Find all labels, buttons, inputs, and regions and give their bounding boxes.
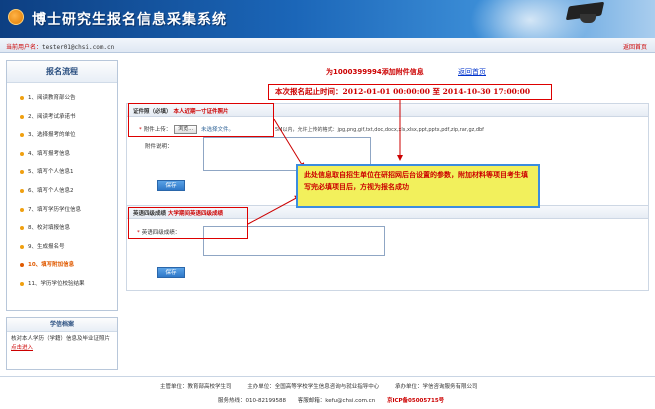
deadline-banner: 本次报名起止时间：2012-01-01 00:00:00 至 2014-10-3…	[268, 84, 552, 100]
footer-organizer: 主管单位：教育部高校学生司	[160, 384, 232, 390]
sidebar-step-label: 1、阅读教育部公告	[28, 95, 76, 101]
back-home-link-top[interactable]: 返回首页	[623, 42, 647, 51]
flow-title: 报名流程	[7, 61, 117, 83]
sidebar-step-label: 7、填写学历学位信息	[28, 206, 81, 213]
current-user-label: 当前用户名：	[6, 44, 43, 51]
sidebar-step-label: 6、填写个人信息2	[28, 187, 74, 194]
sidebar-step-label: 4、填写报考信息	[28, 150, 70, 157]
footer-host: 主办单位：全国高等学校学生信息咨询与就业指导中心	[247, 384, 380, 390]
sidebar-step[interactable]: 6、填写个人信息2	[7, 182, 117, 201]
sidebar-step-label: 3、选择报考的单位	[28, 132, 76, 139]
sidebar-step-label: 10、填写附加信息	[28, 262, 75, 269]
logo-icon	[8, 9, 24, 25]
sidebar-step[interactable]: 5、填写个人信息1	[7, 163, 117, 182]
archive-box: 学信档案 核对本人学历（学籍）信息及毕业证照片 点击进入	[6, 317, 118, 370]
sidebar-step[interactable]: 8、校对填报信息	[7, 219, 117, 238]
graduation-cap-base-icon	[580, 14, 596, 23]
sidebar-step-label: 11、学历学位校验结果	[28, 280, 85, 287]
sidebar: 报名流程 1、阅读教育部公告 2、阅读考试承诺书 3、选择报考的单位 4、填写报考信息…	[6, 60, 118, 370]
format-hint: 5M以内，允许上传的格式：jpg,png,gif,txt,doc,docx,xl…	[275, 127, 484, 133]
user-bar: 当前用户名：tester01@chsi.com.cn 返回首页	[0, 38, 655, 53]
cert-save-button[interactable]: 保存	[157, 180, 185, 191]
archive-link[interactable]: 点击进入	[11, 345, 33, 351]
sidebar-step[interactable]: 11、学历学位校验结果	[7, 275, 117, 294]
archive-title: 学信档案	[7, 318, 117, 332]
sidebar-step[interactable]: 3、选择报考的单位	[7, 126, 117, 145]
footer-email: 客服邮箱：kefu@chsi.com.cn	[297, 398, 376, 404]
english-highlight-box	[128, 207, 248, 239]
desc-label: 附件说明：	[145, 144, 173, 150]
sidebar-step-label: 5、填写个人信息1	[28, 169, 74, 176]
english-save-button[interactable]: 保存	[157, 267, 185, 278]
sidebar-step[interactable]: 1、阅读教育部公告	[7, 89, 117, 108]
explanation-tooltip: 此处信息取自招生单位在研招网后台设置的参数，附加材料等项目考生填写完必填项目后，…	[296, 164, 540, 208]
sidebar-step[interactable]: 2、阅读考试承诺书	[7, 108, 117, 127]
header-banner: 博士研究生报名信息采集系统	[0, 0, 655, 38]
sidebar-step[interactable]: 7、填写学历学位信息	[7, 201, 117, 220]
archive-description: 核对本人学历（学籍）信息及毕业证照片	[11, 336, 111, 342]
footer-icp[interactable]: 京ICP备05005715号	[387, 398, 444, 404]
footer-hotline: 服务热线：010-82199588	[218, 398, 286, 404]
home-link[interactable]: 返回首页	[458, 67, 486, 77]
archive-text: 核对本人学历（学籍）信息及毕业证照片 点击进入	[7, 332, 117, 353]
page-title: 为1000399994添加附件信息	[326, 68, 424, 76]
flow-steps: 1、阅读教育部公告 2、阅读考试承诺书 3、选择报考的单位 4、填写报考信息 5、填写个…	[7, 83, 117, 294]
sidebar-step[interactable]: 4、填写报考信息	[7, 145, 117, 164]
footer: 主管单位：教育部高校学生司 主办单位：全国高等学校学生信息咨询与就业指导中心 承…	[0, 376, 655, 409]
cert-highlight-box	[128, 103, 274, 137]
footer-line-2: 服务热线：010-82199588 客服邮箱：kefu@chsi.com.cn …	[218, 396, 454, 404]
sidebar-step-label: 8、校对填报信息	[28, 225, 70, 232]
sidebar-step-label: 2、阅读考试承诺书	[28, 113, 76, 120]
page: 博士研究生报名信息采集系统 当前用户名：tester01@chsi.com.cn…	[0, 0, 655, 409]
sidebar-step[interactable]: 9、生成报名号	[7, 238, 117, 257]
current-user: 当前用户名：tester01@chsi.com.cn	[6, 42, 114, 51]
footer-support: 承办单位：学信咨询服务有限公司	[395, 384, 478, 390]
footer-line-1: 主管单位：教育部高校学生司 主办单位：全国高等学校学生信息咨询与就业指导中心 承…	[160, 382, 492, 390]
current-user-name: tester01@chsi.com.cn	[42, 44, 115, 51]
sidebar-step[interactable]: 10、填写附加信息	[7, 256, 117, 275]
registration-flow-box: 报名流程 1、阅读教育部公告 2、阅读考试承诺书 3、选择报考的单位 4、填写报考信息…	[6, 60, 118, 311]
system-title: 博士研究生报名信息采集系统	[32, 12, 227, 28]
sidebar-step-label: 9、生成报名号	[28, 243, 65, 250]
